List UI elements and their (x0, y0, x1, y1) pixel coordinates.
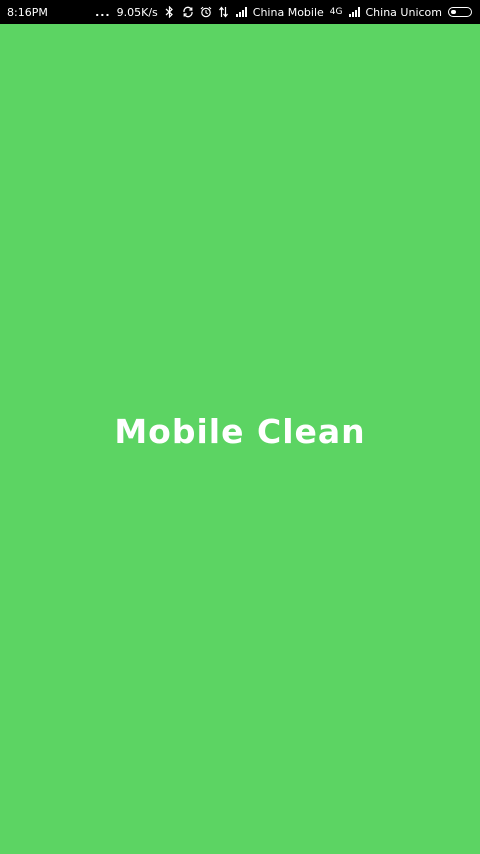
network-type: 4G (329, 7, 343, 17)
notification-dots: ... (95, 5, 111, 19)
status-bar: 8:16PM ... 9.05K/s China Mobile 4G China… (0, 0, 480, 24)
status-indicators: ... 9.05K/s China Mobile 4G China Unicom (95, 6, 472, 19)
signal-icon (348, 7, 360, 17)
battery-icon (448, 7, 472, 17)
data-transfer-icon (218, 6, 230, 18)
signal-icon (235, 7, 247, 17)
carrier-2: China Unicom (365, 5, 443, 19)
alarm-icon (200, 6, 212, 18)
carrier-1: China Mobile (252, 5, 324, 19)
status-time: 8:16PM (7, 5, 48, 19)
splash-screen: 8:16PM ... 9.05K/s China Mobile 4G China… (0, 0, 480, 854)
app-title: Mobile Clean (114, 412, 366, 451)
bluetooth-icon (164, 6, 176, 18)
sync-icon (182, 6, 194, 18)
network-speed: 9.05K/s (116, 5, 158, 19)
